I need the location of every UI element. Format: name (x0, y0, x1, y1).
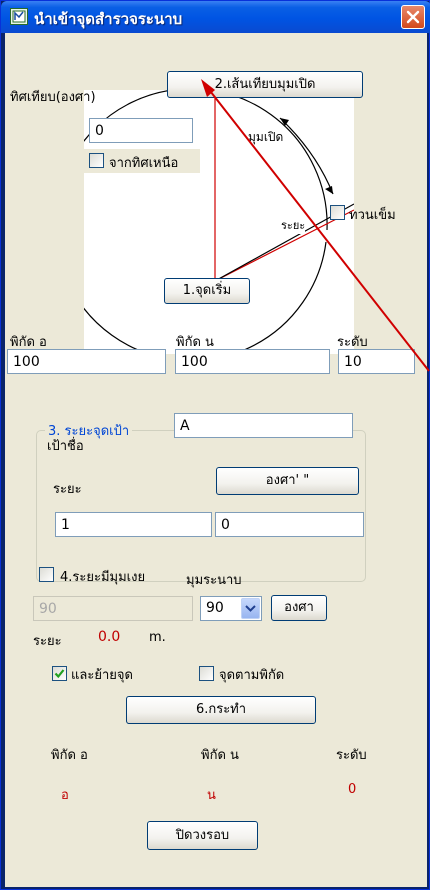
execute-button[interactable]: 6.กระทำ (126, 696, 316, 724)
dialog-window: นำเข้าจุดสำรวจระนาบ ทิศเทียบ(องศา) 2.เส้… (0, 0, 430, 890)
target-distance-label: ระยะ (53, 482, 82, 497)
diagram-distance-label: ระยะ (281, 216, 306, 234)
from-north-checkbox[interactable] (89, 153, 104, 168)
level-input[interactable] (338, 349, 415, 374)
counter-clockwise-checkbox[interactable] (330, 205, 345, 220)
close-button[interactable] (401, 5, 425, 29)
result-n-value: น (207, 788, 216, 803)
window-title: นำเข้าจุดสำรวจระนาบ (34, 10, 183, 28)
plane-angle-select[interactable]: 90 (200, 596, 262, 621)
chevron-down-icon[interactable] (241, 598, 260, 619)
degree-minute-second-button[interactable]: องศา' " (216, 467, 359, 495)
counter-clockwise-label: ทวนเข็ม (349, 208, 396, 223)
horizontal-distance-label: ระยะ (33, 634, 62, 649)
slope-distance-label: 4.ระยะมีมุมเงย (60, 570, 146, 585)
direction-label: ทิศเทียบ(องศา) (10, 90, 96, 105)
move-point-checkbox[interactable] (52, 666, 67, 681)
target-name-label: เป้าชื่อ (47, 439, 84, 454)
point-by-coord-label: จุดตามพิกัด (219, 668, 285, 683)
target-name-input[interactable] (174, 413, 353, 438)
coord-e-input[interactable] (7, 349, 166, 374)
title-bar[interactable]: นำเข้าจุดสำรวจระนาบ (1, 1, 430, 33)
plane-angle-label: มุมระนาบ (186, 573, 242, 588)
result-level-value: 0 (348, 782, 357, 797)
target-second-input[interactable] (215, 512, 364, 537)
degree-button[interactable]: องศา (271, 595, 327, 621)
distance-unit: m. (149, 630, 166, 645)
slope-distance-checkbox[interactable] (39, 567, 54, 582)
survey-app-icon (10, 8, 28, 25)
close-loop-button[interactable]: ปิดวงรอบ (147, 821, 258, 850)
plane-angle-select-value: 90 (206, 600, 224, 616)
result-e-label: พิกัด อ (51, 748, 88, 763)
open-angle-label: มุมเปิด (248, 130, 284, 144)
open-angle-line-button[interactable]: 2.เส้นเทียบมุมเปิด (167, 71, 363, 98)
from-north-label: จากทิศเหนือ (109, 156, 179, 171)
direction-angle-input[interactable] (89, 118, 193, 143)
close-icon (406, 10, 420, 24)
result-n-label: พิกัด น (201, 748, 239, 763)
arc-arrow-end (325, 186, 333, 194)
target-distance-input[interactable] (55, 512, 212, 537)
start-point-button[interactable]: 1.จุดเริ่ม (164, 278, 250, 304)
result-e-value: อ (61, 788, 69, 803)
horizontal-distance-value: 0.0 (98, 629, 121, 645)
move-point-label: และย้ายจุด (71, 668, 133, 683)
result-level-label: ระดับ (336, 748, 367, 763)
point-by-coord-checkbox[interactable] (199, 666, 214, 681)
dialog-body: ทิศเทียบ(องศา) 2.เส้นเทียบมุมเปิด จากทิศ… (5, 33, 427, 887)
checkmark-icon (54, 669, 65, 679)
coord-n-input[interactable] (175, 349, 330, 374)
target-groupbox (36, 430, 366, 582)
slope-angle-input[interactable] (33, 596, 193, 621)
